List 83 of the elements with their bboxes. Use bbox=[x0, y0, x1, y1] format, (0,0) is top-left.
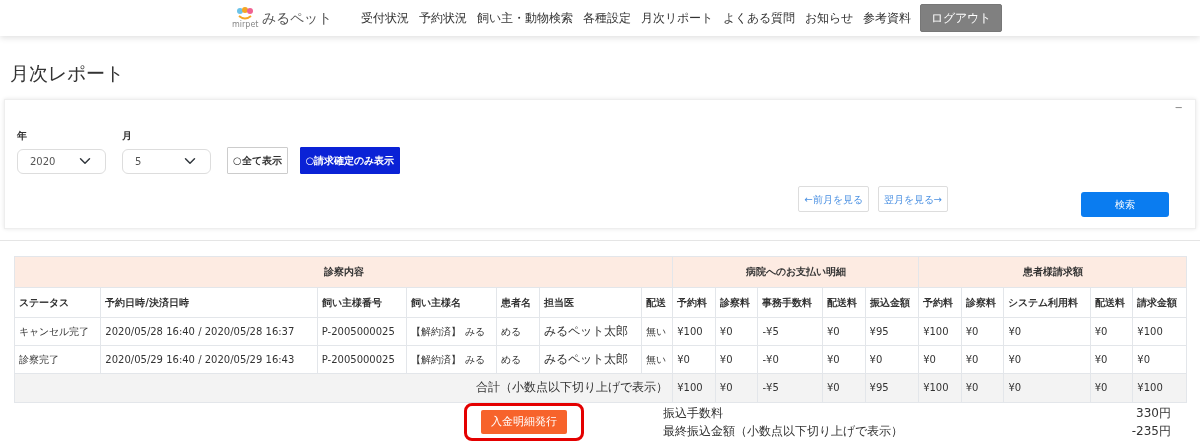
logo-subtext: mirpet bbox=[232, 21, 259, 29]
page-title: 月次レポート bbox=[10, 62, 125, 85]
year-select[interactable]: 2020 bbox=[17, 148, 106, 174]
group-header: 患者様請求額 bbox=[918, 256, 1187, 288]
table-cell: ¥100 bbox=[1132, 317, 1187, 346]
summary-value: -235円 bbox=[1131, 422, 1171, 440]
column-header: 配送 bbox=[641, 287, 673, 318]
table-cell: ¥95 bbox=[865, 317, 919, 346]
table-cell: ¥0 bbox=[1003, 345, 1091, 374]
nav-link[interactable]: 飼い主・動物検索 bbox=[472, 9, 578, 27]
table-cell: ¥0 bbox=[672, 345, 716, 374]
column-header: 予約日時/決済日時 bbox=[100, 287, 318, 318]
collapse-toggle[interactable]: − bbox=[1174, 99, 1183, 115]
column-header: 患者名 bbox=[496, 287, 540, 318]
nav-link[interactable]: 月次リポート bbox=[636, 9, 718, 27]
table-cell: ¥0 bbox=[865, 345, 919, 374]
nav-link[interactable]: 各種設定 bbox=[578, 9, 636, 27]
table-cell: 2020/05/28 16:40 / 2020/05/28 16:37 bbox=[100, 317, 318, 346]
logo-text: みるペット bbox=[262, 8, 333, 28]
total-cell: -¥5 bbox=[757, 373, 823, 403]
table-cell: -¥5 bbox=[757, 317, 823, 346]
column-header: ステータス bbox=[14, 287, 101, 318]
column-header: 予約料 bbox=[672, 287, 716, 318]
summary-label: 振込手数料 bbox=[663, 404, 723, 422]
table-cell: ¥100 bbox=[672, 317, 716, 346]
column-header: 振込金額 bbox=[865, 287, 919, 318]
nav-link[interactable]: お知らせ bbox=[800, 9, 858, 27]
table-cell: みるペット太郎 bbox=[539, 317, 642, 346]
table-cell: ¥0 bbox=[961, 345, 1004, 374]
logout-button[interactable]: ログアウト bbox=[920, 4, 1002, 32]
table-cell: ¥0 bbox=[822, 345, 866, 374]
group-header: 病院へのお支払い明細 bbox=[672, 256, 919, 288]
table-cell: める bbox=[496, 317, 540, 346]
previous-month-button[interactable]: ←前月を見る bbox=[798, 186, 869, 213]
column-header: 担当医 bbox=[539, 287, 642, 318]
summary-label: 最終振込金額（小数点以下切り上げで表示） bbox=[663, 422, 903, 440]
table-cell: ¥0 bbox=[918, 345, 962, 374]
table-cell: ¥100 bbox=[918, 317, 962, 346]
table-cell: ¥0 bbox=[1132, 345, 1187, 374]
column-header: 事務手数料 bbox=[757, 287, 823, 318]
nav-link[interactable]: 受付状況 bbox=[356, 9, 414, 27]
search-button[interactable]: 検索 bbox=[1081, 191, 1169, 217]
table-cell: める bbox=[496, 345, 540, 374]
column-header: 請求金額 bbox=[1132, 287, 1187, 318]
table-cell: P-2005000025 bbox=[317, 345, 407, 374]
field-label: 月 bbox=[122, 128, 133, 143]
total-cell: ¥0 bbox=[1003, 373, 1091, 403]
table-cell: みるペット太郎 bbox=[539, 345, 642, 374]
column-header: 配送料 bbox=[1090, 287, 1133, 318]
table-cell: 無い bbox=[641, 345, 673, 374]
column-header: 診察料 bbox=[715, 287, 758, 318]
summary-value: 330円 bbox=[1136, 404, 1171, 422]
nav-link[interactable]: 参考資料 bbox=[858, 9, 916, 27]
table-cell: ¥0 bbox=[715, 345, 758, 374]
column-header: 予約料 bbox=[918, 287, 962, 318]
total-label: 合計（小数点以下切り上げで表示） bbox=[14, 373, 673, 403]
table-cell: P-2005000025 bbox=[317, 317, 407, 346]
column-header: システム利用料 bbox=[1003, 287, 1091, 318]
table-cell: 【解約済】 みる bbox=[406, 345, 497, 374]
table-cell: ¥0 bbox=[961, 317, 1004, 346]
table-cell: 無い bbox=[641, 317, 673, 346]
table-cell: 診察完了 bbox=[14, 345, 101, 374]
table-cell: ¥0 bbox=[822, 317, 866, 346]
table-cell: ¥0 bbox=[715, 317, 758, 346]
nav-link[interactable]: 予約状況 bbox=[414, 9, 472, 27]
nav-link[interactable]: よくある質問 bbox=[718, 9, 800, 27]
filter-toggle-button[interactable]: ○請求確定のみ表示 bbox=[299, 146, 401, 174]
table-cell: ¥0 bbox=[1090, 317, 1133, 346]
next-month-button[interactable]: 翌月を見る→ bbox=[877, 186, 948, 213]
table-cell: -¥0 bbox=[757, 345, 823, 374]
column-header: 飼い主様番号 bbox=[317, 287, 407, 318]
table-cell: 【解約済】 みる bbox=[406, 317, 497, 346]
table-cell: ¥0 bbox=[1003, 317, 1091, 346]
table-cell: キャンセル完了 bbox=[14, 317, 101, 346]
column-header: 診察料 bbox=[961, 287, 1004, 318]
column-header: 飼い主様名 bbox=[406, 287, 497, 318]
field-label: 年 bbox=[17, 128, 28, 143]
group-header: 診察内容 bbox=[14, 256, 673, 288]
table-cell: 2020/05/29 16:40 / 2020/05/29 16:43 bbox=[100, 345, 318, 374]
table-cell: ¥0 bbox=[1090, 345, 1133, 374]
filter-toggle-button[interactable]: ○全て表示 bbox=[227, 146, 288, 174]
column-header: 配送料 bbox=[822, 287, 866, 318]
month-select[interactable]: 5 bbox=[122, 148, 211, 174]
